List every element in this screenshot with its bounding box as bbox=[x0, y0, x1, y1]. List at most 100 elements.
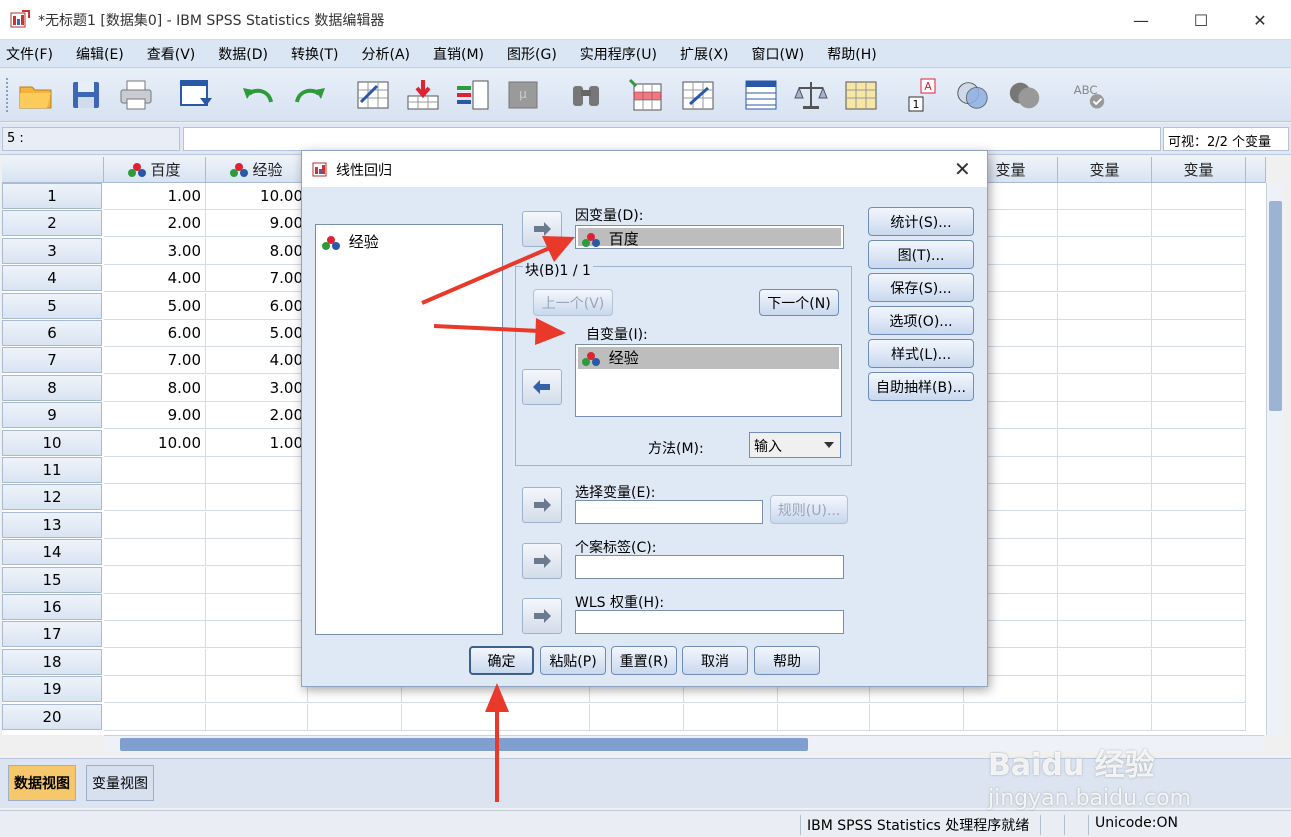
grid-cell[interactable] bbox=[1058, 539, 1152, 566]
maximize-button[interactable]: ☐ bbox=[1170, 0, 1232, 40]
grid-cell[interactable] bbox=[1152, 484, 1246, 511]
move-to-dependent-button[interactable] bbox=[522, 211, 562, 247]
method-select[interactable]: 输入 bbox=[749, 432, 841, 458]
grid-cell[interactable]: 5.00 bbox=[104, 293, 206, 320]
column-header-var[interactable]: 变量 bbox=[1152, 157, 1246, 183]
grid-cell[interactable] bbox=[1058, 512, 1152, 539]
save-icon[interactable] bbox=[68, 77, 104, 113]
menu-help[interactable]: 帮助(H) bbox=[827, 44, 876, 64]
grid-cell[interactable]: 3.00 bbox=[104, 238, 206, 265]
column-header-baidu[interactable]: 百度 bbox=[104, 157, 206, 183]
print-icon[interactable] bbox=[118, 77, 154, 113]
grid-cell[interactable] bbox=[104, 512, 206, 539]
row-header[interactable]: 9 bbox=[2, 402, 102, 428]
row-header[interactable]: 3 bbox=[2, 238, 102, 264]
ok-button[interactable]: 确定 bbox=[469, 646, 534, 675]
grid-cell[interactable]: 4.00 bbox=[104, 265, 206, 292]
menu-extensions[interactable]: 扩展(X) bbox=[680, 44, 729, 64]
grid-cell[interactable] bbox=[1058, 457, 1152, 484]
grid-cell[interactable] bbox=[1058, 484, 1152, 511]
independent-list[interactable]: 经验 bbox=[575, 344, 842, 417]
run-descriptives-icon[interactable]: μ bbox=[505, 77, 541, 113]
redo-icon[interactable] bbox=[292, 77, 328, 113]
dependent-selected-item[interactable]: 百度 bbox=[578, 228, 841, 248]
grid-cell[interactable] bbox=[104, 704, 206, 731]
grid-cell[interactable] bbox=[778, 704, 870, 731]
grid-cell[interactable] bbox=[104, 567, 206, 594]
grid-cell[interactable] bbox=[1152, 293, 1246, 320]
grid-cell[interactable]: 2.00 bbox=[206, 402, 308, 429]
grid-cell[interactable] bbox=[1152, 594, 1246, 621]
dialog-close-button[interactable]: ✕ bbox=[954, 157, 971, 181]
menu-view[interactable]: 查看(V) bbox=[147, 44, 196, 64]
grid-cell[interactable]: 5.00 bbox=[206, 320, 308, 347]
row-header[interactable]: 4 bbox=[2, 265, 102, 291]
column-header-var[interactable]: 变量 bbox=[1058, 157, 1152, 183]
weight-cases-icon[interactable] bbox=[793, 77, 829, 113]
case-labels-field[interactable] bbox=[575, 555, 844, 579]
row-header[interactable]: 17 bbox=[2, 621, 102, 647]
tab-variable-view[interactable]: 变量视图 bbox=[86, 765, 154, 801]
split-file-icon[interactable] bbox=[743, 77, 779, 113]
menu-edit[interactable]: 编辑(E) bbox=[76, 44, 124, 64]
grid-cell[interactable] bbox=[1152, 704, 1246, 731]
grid-cell[interactable] bbox=[104, 457, 206, 484]
grid-cell[interactable] bbox=[496, 704, 590, 731]
grid-cell[interactable] bbox=[590, 704, 684, 731]
show-all-variables-icon[interactable] bbox=[1007, 77, 1043, 113]
grid-cell[interactable] bbox=[1058, 567, 1152, 594]
grid-cell[interactable] bbox=[1058, 210, 1152, 237]
move-to-wls-weight-button[interactable] bbox=[522, 598, 562, 634]
grid-cell[interactable] bbox=[1058, 649, 1152, 676]
tab-data-view[interactable]: 数据视图 bbox=[8, 765, 76, 801]
grid-cell[interactable] bbox=[206, 594, 308, 621]
row-header[interactable]: 20 bbox=[2, 704, 102, 730]
grid-cell[interactable] bbox=[1058, 375, 1152, 402]
column-header-jingyan[interactable]: 经验 bbox=[206, 157, 308, 183]
menu-direct-marketing[interactable]: 直销(M) bbox=[433, 44, 484, 64]
menu-utilities[interactable]: 实用程序(U) bbox=[580, 44, 657, 64]
grid-cell[interactable] bbox=[206, 649, 308, 676]
grid-cell[interactable]: 9.00 bbox=[206, 210, 308, 237]
row-header[interactable]: 8 bbox=[2, 375, 102, 401]
grid-cell[interactable]: 3.00 bbox=[206, 375, 308, 402]
grid-cell[interactable]: 7.00 bbox=[206, 265, 308, 292]
save-button[interactable]: 保存(S)... bbox=[868, 273, 974, 302]
grid-cell[interactable] bbox=[206, 457, 308, 484]
menu-analyze[interactable]: 分析(A) bbox=[361, 44, 410, 64]
grid-cell[interactable] bbox=[104, 676, 206, 703]
bootstrap-button[interactable]: 自助抽样(B)... bbox=[868, 372, 974, 401]
grid-cell[interactable] bbox=[104, 621, 206, 648]
grid-cell[interactable] bbox=[1152, 183, 1246, 210]
grid-cell[interactable] bbox=[1152, 210, 1246, 237]
grid-cell[interactable]: 9.00 bbox=[104, 402, 206, 429]
grid-cell[interactable] bbox=[1152, 676, 1246, 703]
grid-cell[interactable] bbox=[1058, 676, 1152, 703]
source-variable-list[interactable]: 经验 bbox=[315, 224, 503, 635]
move-to-selection-button[interactable] bbox=[522, 487, 562, 523]
wls-weight-field[interactable] bbox=[575, 610, 844, 634]
grid-cell[interactable] bbox=[1058, 320, 1152, 347]
grid-cell[interactable]: 1.00 bbox=[206, 430, 308, 457]
grid-cell[interactable] bbox=[206, 704, 308, 731]
recall-dialog-icon[interactable] bbox=[178, 77, 214, 113]
move-to-independent-button[interactable] bbox=[522, 369, 562, 405]
close-window-button[interactable]: ✕ bbox=[1229, 0, 1291, 40]
grid-cell[interactable] bbox=[1152, 238, 1246, 265]
goto-case-icon[interactable] bbox=[355, 77, 391, 113]
insert-cases-icon[interactable] bbox=[628, 77, 664, 113]
independent-selected-item[interactable]: 经验 bbox=[578, 347, 839, 369]
menu-data[interactable]: 数据(D) bbox=[218, 44, 268, 64]
dependent-field[interactable]: 百度 bbox=[575, 225, 844, 249]
cell-value-input[interactable] bbox=[183, 127, 1161, 151]
style-button[interactable]: 样式(L)... bbox=[868, 339, 974, 368]
grid-cell[interactable] bbox=[1152, 402, 1246, 429]
grid-cell[interactable] bbox=[1152, 430, 1246, 457]
variables-icon[interactable] bbox=[455, 77, 491, 113]
row-header[interactable]: 13 bbox=[2, 512, 102, 538]
row-header[interactable]: 18 bbox=[2, 649, 102, 675]
row-header[interactable]: 15 bbox=[2, 567, 102, 593]
toolbar-grip[interactable] bbox=[6, 78, 10, 112]
grid-cell[interactable]: 4.00 bbox=[206, 347, 308, 374]
find-icon[interactable] bbox=[568, 77, 604, 113]
